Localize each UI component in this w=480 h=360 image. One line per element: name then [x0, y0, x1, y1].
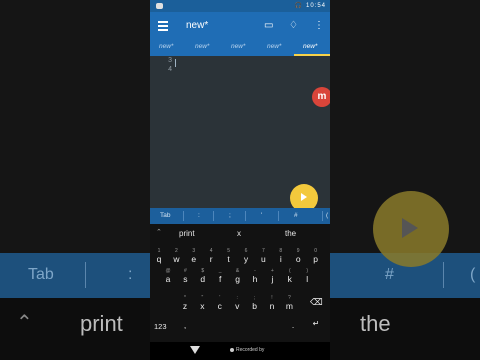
soft-keyboard: ⌃ print x the 1q2w3e4r5t6y7u8i9o0p @ a # s $…	[150, 224, 330, 342]
time-text: 10:54	[305, 3, 326, 9]
key-o[interactable]: o	[292, 254, 304, 264]
key-k[interactable]: k	[284, 274, 296, 284]
navigation-bar: Recorded by	[150, 342, 330, 360]
key-w[interactable]: w	[170, 254, 182, 264]
symbol-key[interactable]: Tab	[160, 212, 170, 219]
text-cursor	[175, 59, 176, 67]
symbol-divider	[245, 211, 246, 221]
key-r[interactable]: r	[205, 254, 217, 264]
key-n[interactable]: n	[266, 301, 278, 311]
symbol-key[interactable]: #	[294, 212, 298, 219]
app-notification-icon	[156, 3, 163, 9]
recorded-by-label: Recorded by	[236, 347, 265, 353]
document-title: new*	[186, 20, 209, 31]
key-b[interactable]: b	[249, 301, 261, 311]
key-h[interactable]: h	[249, 274, 261, 284]
lightbulb-icon[interactable]: ♢	[289, 20, 298, 31]
mobizen-badge[interactable]: m	[312, 87, 330, 107]
background-divider	[443, 262, 444, 288]
symbol-key[interactable]: :	[198, 212, 200, 219]
key-d[interactable]: d	[197, 274, 209, 284]
numbers-key[interactable]: 123	[154, 322, 167, 331]
background-suggestion-the: the	[360, 311, 391, 336]
nav-down-icon[interactable]	[190, 346, 200, 354]
symbol-key[interactable]: ;	[229, 212, 231, 219]
line-number-gutter: 3 4	[150, 56, 174, 208]
key-f[interactable]: f	[214, 274, 226, 284]
phone-screen: 🎧 10:54 new* ▭ ♢ ⋮ new* new* new* new* n…	[150, 0, 330, 360]
symbol-key[interactable]: (	[326, 212, 328, 219]
key-j[interactable]: j	[266, 274, 278, 284]
symbol-divider	[183, 211, 184, 221]
headphones-icon: 🎧	[294, 3, 304, 9]
key-e[interactable]: e	[188, 254, 200, 264]
key-l[interactable]: l	[301, 274, 313, 284]
tab-new-4[interactable]: new*	[267, 43, 281, 50]
key-z[interactable]: z	[179, 301, 191, 311]
key-g[interactable]: g	[232, 274, 244, 284]
key-s[interactable]: s	[179, 274, 191, 284]
key-m[interactable]: m	[283, 301, 295, 311]
background-divider	[85, 262, 86, 288]
symbol-divider	[278, 211, 279, 221]
tab-new-2[interactable]: new*	[195, 43, 209, 50]
symbol-divider	[322, 211, 323, 221]
suggestion-x[interactable]: x	[237, 229, 241, 238]
suggestion-the[interactable]: the	[285, 229, 296, 238]
key-p[interactable]: p	[310, 254, 322, 264]
status-icons: 🎧 10:54	[295, 2, 326, 9]
tab-new-5[interactable]: new*	[303, 43, 317, 50]
tab-new-3[interactable]: new*	[231, 43, 245, 50]
symbol-bar: Tab : ; ' # (	[150, 208, 330, 224]
background-play-icon	[402, 218, 418, 238]
line-number: 4	[168, 66, 172, 73]
background-suggestion-print: print	[80, 311, 123, 336]
menu-icon[interactable]	[158, 21, 168, 31]
key-y[interactable]: y	[240, 254, 252, 264]
key-i[interactable]: i	[275, 254, 287, 264]
background-tab-label: Tab	[28, 266, 54, 283]
background-keyboard-right	[330, 298, 480, 360]
key-q[interactable]: q	[153, 254, 165, 264]
symbol-divider	[213, 211, 214, 221]
chevron-up-down-icon[interactable]: ⌃	[156, 228, 162, 236]
background-hash-label: #	[385, 266, 394, 283]
folder-icon[interactable]: ▭	[264, 20, 273, 31]
tab-new-1[interactable]: new*	[159, 43, 173, 50]
key-x[interactable]: x	[196, 301, 208, 311]
key-t[interactable]: t	[223, 254, 235, 264]
key-a[interactable]: a	[162, 274, 174, 284]
chevron-up-down-icon: ⌃	[16, 312, 33, 334]
backspace-icon[interactable]: ⌫	[310, 297, 323, 308]
enter-icon[interactable]: ↵	[310, 319, 322, 328]
key-v[interactable]: v	[231, 301, 243, 311]
key-c[interactable]: c	[214, 301, 226, 311]
suggestion-print[interactable]: print	[179, 229, 195, 238]
background-colon-label: :	[128, 266, 133, 283]
key-u[interactable]: u	[257, 254, 269, 264]
record-dot-icon	[230, 348, 234, 352]
comma-key[interactable]: ,	[179, 320, 191, 330]
line-number: 3	[168, 57, 172, 64]
app-toolbar: new* ▭ ♢ ⋮	[150, 12, 330, 40]
period-key[interactable]: .	[287, 320, 299, 330]
more-vert-icon[interactable]: ⋮	[314, 20, 324, 31]
background-paren-label: (	[470, 266, 476, 283]
status-bar: 🎧 10:54	[150, 0, 330, 12]
play-icon	[301, 193, 307, 201]
symbol-key[interactable]: '	[261, 212, 262, 219]
